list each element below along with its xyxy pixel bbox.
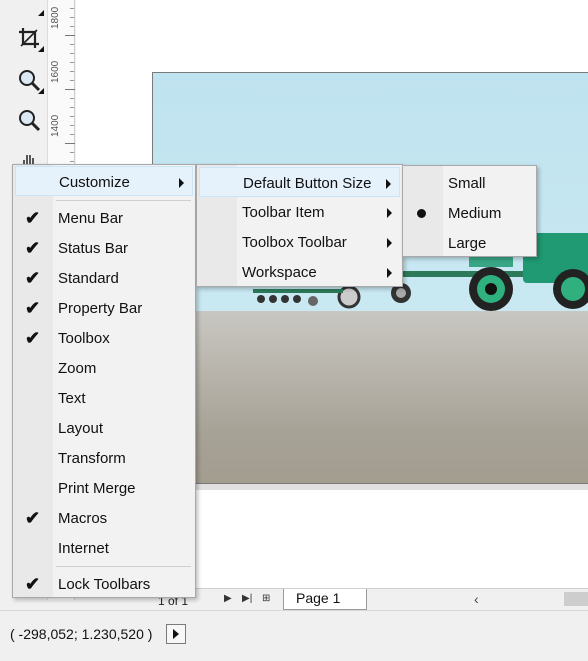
plow-illustration xyxy=(253,289,343,306)
tab-page-1[interactable]: Page 1 xyxy=(283,589,367,610)
zoom-icon[interactable] xyxy=(12,64,46,96)
check-icon: ✔ xyxy=(25,268,41,288)
menu-item-small[interactable]: Small xyxy=(405,168,534,198)
menu-item-internet[interactable]: Internet xyxy=(15,533,193,563)
menu-item-transform[interactable]: Transform xyxy=(15,443,193,473)
scroll-left-icon[interactable]: ‹ xyxy=(474,591,479,607)
menu-item-large[interactable]: Large xyxy=(405,228,534,258)
menu-item-menu-bar[interactable]: ✔ Menu Bar xyxy=(15,203,193,233)
menu-item-print-merge[interactable]: Print Merge xyxy=(15,473,193,503)
menu-item-customize[interactable]: Customize xyxy=(15,166,193,196)
page-shadow xyxy=(152,484,588,490)
tool-above[interactable] xyxy=(12,0,46,18)
add-page-icon[interactable]: ⊞ xyxy=(262,593,270,604)
menu-item-text[interactable]: Text xyxy=(15,383,193,413)
radio-bullet-icon xyxy=(417,209,426,218)
zoom-alt-icon[interactable] xyxy=(12,104,46,136)
toolbar-context-menu: Customize ✔ Menu Bar ✔ Status Bar ✔ Standar… xyxy=(12,164,196,598)
chevron-right-icon xyxy=(179,178,184,188)
status-bar: ( -298,052; 1.230,520 ) xyxy=(0,610,588,661)
crop-icon[interactable] xyxy=(12,22,46,54)
check-icon: ✔ xyxy=(25,574,41,594)
menu-item-default-button-size[interactable]: Default Button Size xyxy=(199,167,400,197)
menu-item-lock-toolbars[interactable]: ✔ Lock Toolbars xyxy=(15,569,193,599)
menu-item-zoom[interactable]: Zoom xyxy=(15,353,193,383)
app-window: 1800 1600 1400 1200 xyxy=(0,0,588,661)
button-size-submenu: Small Medium Large xyxy=(402,165,537,257)
menu-item-standard[interactable]: ✔ Standard xyxy=(15,263,193,293)
next-page-icon[interactable]: ▶ xyxy=(224,593,232,604)
menu-item-toolbox-toolbar[interactable]: Toolbox Toolbar xyxy=(199,227,400,257)
last-page-icon[interactable]: ▶| xyxy=(242,593,252,604)
menu-item-toolbox[interactable]: ✔ Toolbox xyxy=(15,323,193,353)
cursor-coordinates: ( -298,052; 1.230,520 ) xyxy=(10,626,153,642)
menu-item-property-bar[interactable]: ✔ Property Bar xyxy=(15,293,193,323)
menu-item-workspace[interactable]: Workspace xyxy=(199,257,400,287)
horizontal-scrollbar[interactable] xyxy=(564,592,588,606)
menu-item-status-bar[interactable]: ✔ Status Bar xyxy=(15,233,193,263)
check-icon: ✔ xyxy=(25,238,41,258)
check-icon: ✔ xyxy=(25,328,41,348)
customize-submenu: Default Button Size Toolbar Item Toolbox… xyxy=(196,164,403,287)
menu-item-toolbar-item[interactable]: Toolbar Item xyxy=(199,197,400,227)
check-icon: ✔ xyxy=(25,508,41,528)
check-icon: ✔ xyxy=(25,298,41,318)
chevron-right-icon xyxy=(387,268,392,278)
chevron-right-icon xyxy=(387,208,392,218)
check-icon: ✔ xyxy=(25,208,41,228)
menu-item-medium[interactable]: Medium xyxy=(405,198,534,228)
chevron-right-icon xyxy=(387,238,392,248)
menu-item-macros[interactable]: ✔ Macros xyxy=(15,503,193,533)
status-expand-button[interactable] xyxy=(166,624,186,644)
menu-item-layout[interactable]: Layout xyxy=(15,413,193,443)
ground-background xyxy=(153,311,588,483)
chevron-right-icon xyxy=(386,179,391,189)
